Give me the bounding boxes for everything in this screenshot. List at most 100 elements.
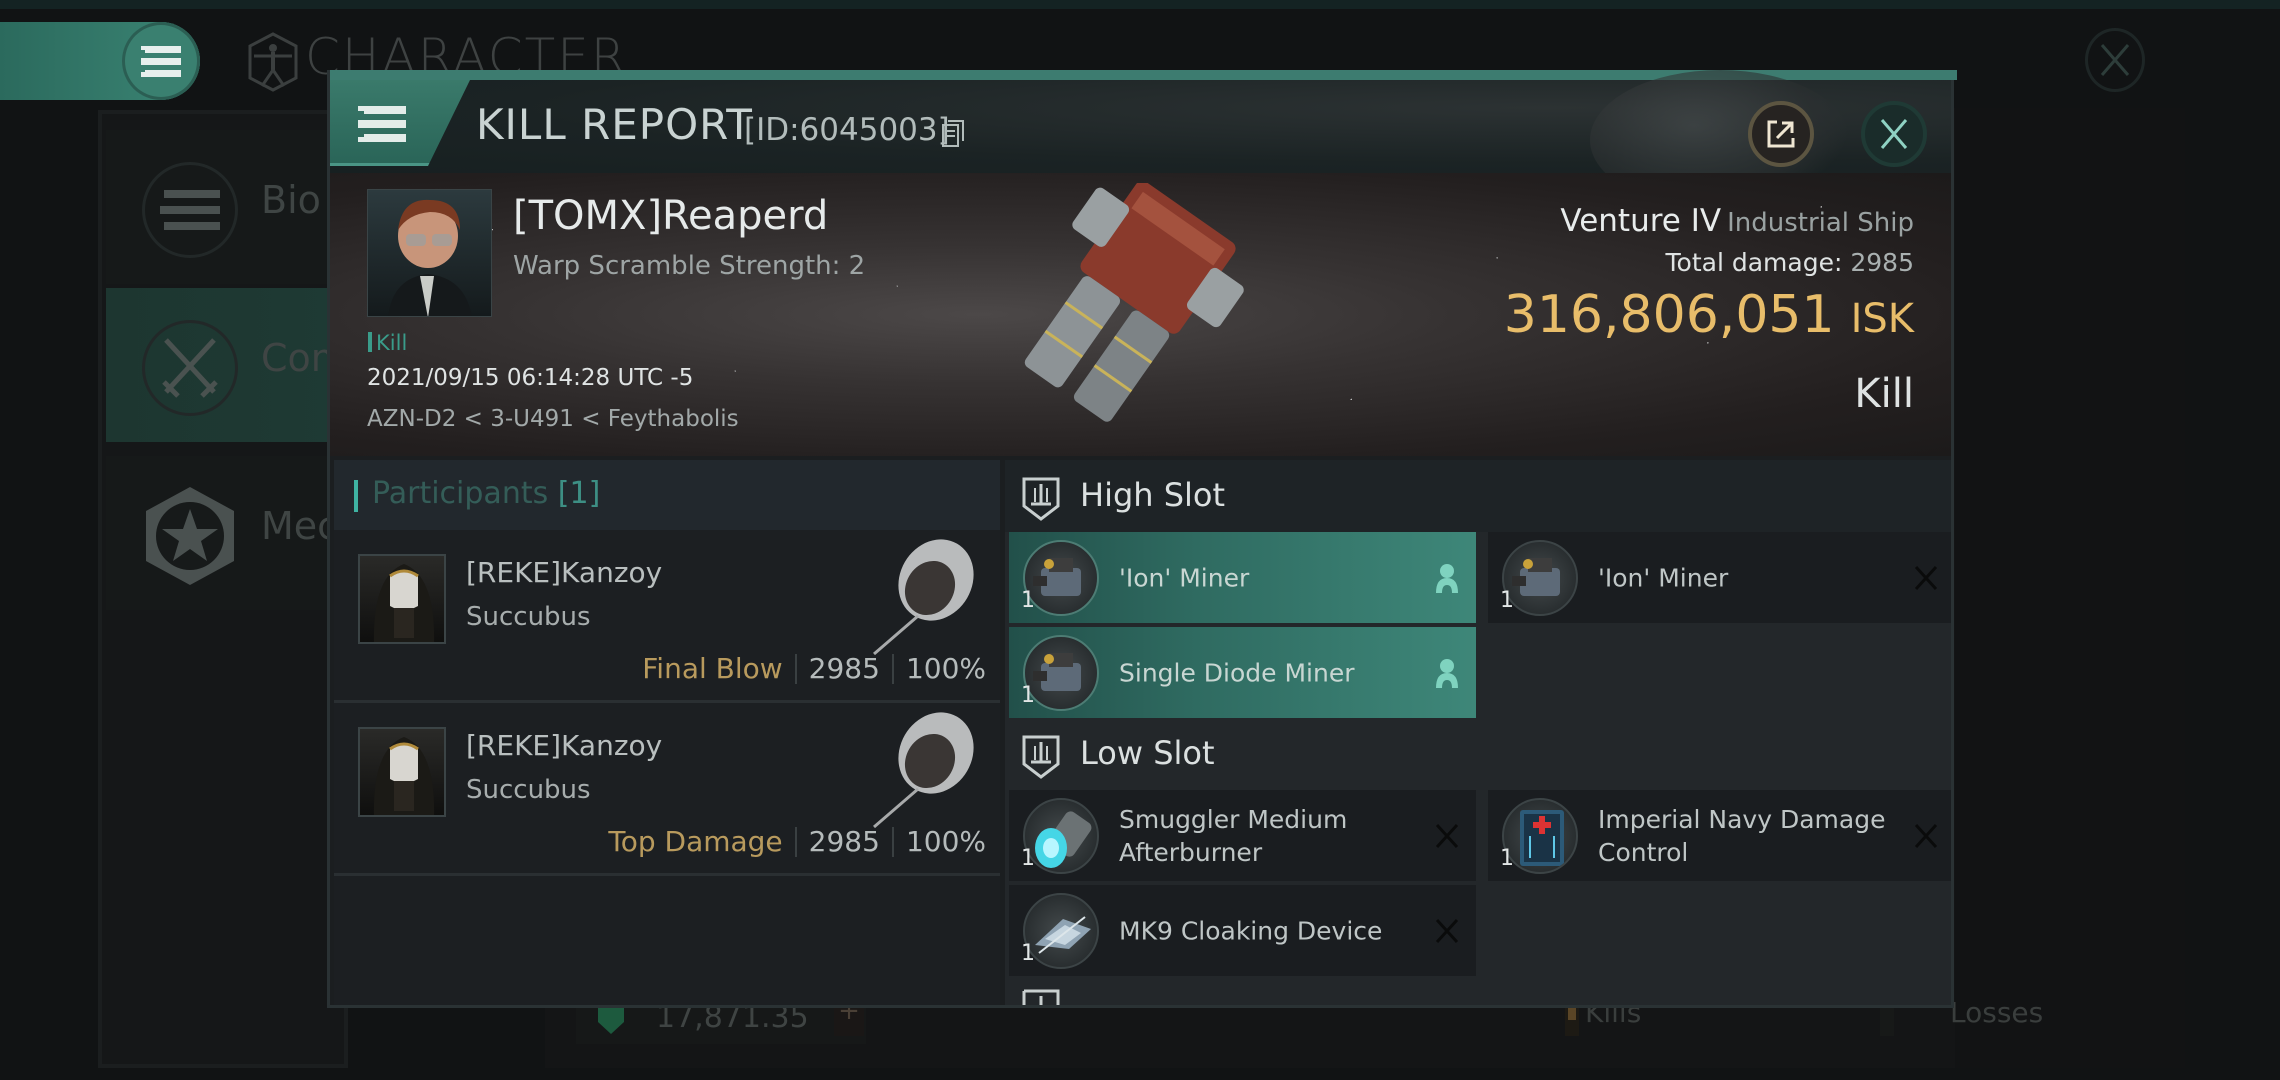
victim-ship-image [1024,183,1244,422]
module-item[interactable]: 1 MK9 Cloaking Device [1009,885,1476,976]
participants-header[interactable]: Participants [1] [334,460,1000,530]
total-damage-value: 2985 [1850,248,1914,277]
participant-portrait [358,727,446,817]
crossed-swords-icon [142,320,238,416]
nav-item-bio[interactable]: Bio [106,130,348,284]
module-item[interactable]: 1 'Ion' Miner [1488,532,1951,623]
participant-percent: 100% [905,652,986,685]
pilot-portrait-image [388,199,472,316]
participants-label: Participants [372,476,549,511]
stat-separator [891,653,894,684]
participant-portrait [358,554,446,644]
isk-unit: ISK [1850,296,1914,342]
close-icon [2100,44,2130,76]
menu-icon [358,106,406,142]
stat-separator [794,826,797,857]
kill-timestamp: 2021/09/15 06:14:28 UTC -5 [367,365,694,391]
kill-location[interactable]: AZN-D2 < 3-U491 < Feythabolis [367,406,739,432]
result-label: Kill [1854,371,1914,417]
module-quantity: 1 [1500,588,1514,613]
participant-stats: Final Blow 2985 100% [642,652,986,685]
participant-percent: 100% [905,825,986,858]
nav-item-medals[interactable]: Mec [106,456,348,610]
stat-separator [891,826,894,857]
star-badge-icon [142,487,238,585]
module-item[interactable]: 1 Imperial Navy Damage Control [1488,790,1951,881]
plex-shield-icon [598,1004,624,1034]
module-quantity: 1 [1500,846,1514,871]
total-damage: Total damage: 2985 [1666,248,1915,277]
top-status-strip [0,0,2280,9]
participant-ship-image [873,539,974,656]
participants-accent-bar [354,480,358,512]
menu-icon [141,46,181,77]
list-icon [142,162,238,258]
module-quantity: 1 [1021,683,1035,708]
stat-separator [794,653,797,684]
module-name: Imperial Navy Damage Control [1598,804,1886,867]
participant-name: [REKE]Kanzoy [466,556,663,589]
participant-damage: 2985 [808,652,880,685]
high-slot-header: High Slot [1005,460,1951,532]
nav-item-label: Bio [261,178,321,222]
warp-scramble-strength: Warp Scramble Strength: 2 [513,251,866,281]
copy-icon[interactable] [942,120,964,148]
victim-portrait[interactable] [367,189,492,317]
report-menu-button[interactable] [330,80,470,166]
report-title: KILL REPORT [476,100,753,149]
participant-role: Final Blow [642,652,783,685]
character-content-right [1955,108,2185,1068]
high-slot-label: High Slot [1080,476,1226,514]
person-icon [1432,562,1462,594]
low-slot-header: Low Slot [1005,718,1951,790]
module-item[interactable]: 1 Single Diode Miner [1009,627,1476,718]
kill-tag: Kill [368,331,407,355]
isk-amount: 316,806,051 [1503,285,1835,345]
modal-header: KILL REPORT [ID:6045003] [330,70,1951,210]
participant-ship-image [873,712,974,829]
main-menu-button[interactable] [122,22,200,100]
low-slot-modules: 1 Smuggler Medium Afterburner 1 Imperial… [1005,790,1951,976]
report-id: [ID:6045003] [744,112,950,148]
module-quantity: 1 [1021,588,1035,613]
victim-banner: [TOMX]Reaperd Warp Scramble Strength: 2 … [330,173,1951,456]
slot-shield-icon [1022,989,1060,1005]
slot-shield-icon [1022,477,1060,521]
total-damage-label: Total damage: [1665,248,1843,277]
victim-ship[interactable]: Venture IV Industrial Ship [1560,203,1914,239]
module-item[interactable]: 1 Smuggler Medium Afterburner [1009,790,1476,881]
participant-row[interactable]: [REKE]Kanzoy Succubus Final Blow 2985 10… [334,530,1000,703]
participant-ship: Succubus [466,775,591,805]
participant-damage: 2985 [808,825,880,858]
losses-label: Losses [1950,996,2044,1029]
nav-item-combat[interactable]: Com [106,288,348,442]
x-icon [1432,820,1462,852]
module-name: 'Ion' Miner [1119,563,1250,592]
kill-report-modal: KILL REPORT [ID:6045003] [TOMX]Reaperd W… [327,70,1957,1008]
fittings-panel[interactable]: High Slot 1 'Ion' Miner 1 'Ion' Miner 1 … [1005,460,1951,1005]
export-button[interactable] [1748,101,1814,167]
participants-panel: Participants [1] [REKE]Kanzoy Succubus F… [334,460,1000,1005]
module-item[interactable]: 1 'Ion' Miner [1009,532,1476,623]
low-slot-label: Low Slot [1080,734,1215,772]
ship-class: Industrial Ship [1727,208,1914,238]
x-icon [1432,915,1462,947]
participants-count: [1] [557,476,601,511]
character-close-button[interactable] [2085,28,2145,92]
participant-row[interactable]: [REKE]Kanzoy Succubus Top Damage 2985 10… [334,703,1000,876]
module-quantity: 1 [1021,846,1035,871]
high-slot-modules: 1 'Ion' Miner 1 'Ion' Miner 1 Single Dio… [1005,532,1951,718]
external-link-icon [1767,120,1795,148]
victim-name[interactable]: [TOMX]Reaperd [513,193,828,239]
participant-stats: Top Damage 2985 100% [608,825,986,858]
module-name: 'Ion' Miner [1598,563,1729,592]
x-icon [1911,562,1941,594]
isk-value: 316,806,051 ISK [1504,285,1914,345]
module-quantity: 1 [1021,941,1035,966]
x-icon [1911,820,1941,852]
module-name: Single Diode Miner [1119,658,1355,687]
close-report-button[interactable] [1861,101,1927,167]
participant-name: [REKE]Kanzoy [466,729,663,762]
participant-ship: Succubus [466,602,591,632]
close-icon [1880,119,1908,149]
